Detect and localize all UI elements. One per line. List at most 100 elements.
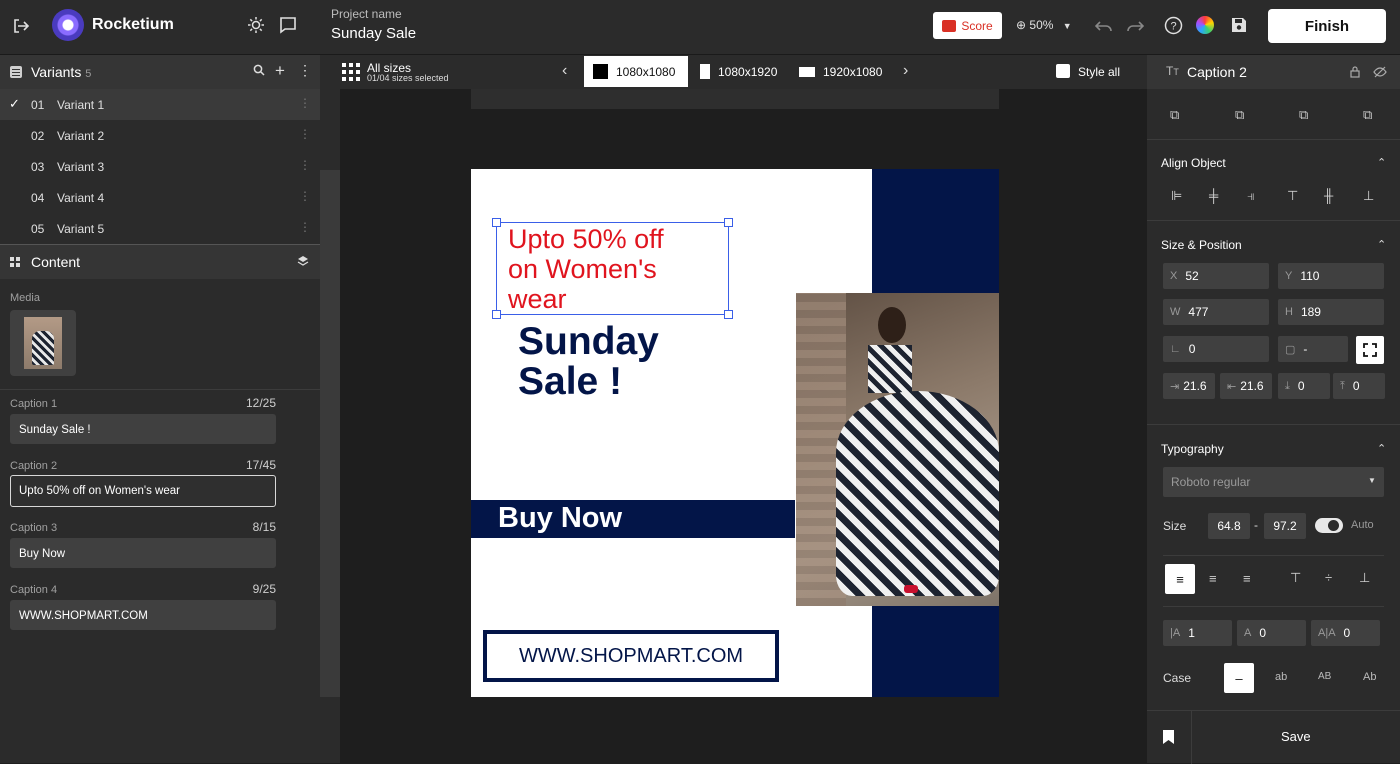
variant-item[interactable]: 03 Variant 3 ⋮ <box>0 151 320 182</box>
bring-to-front-icon[interactable]: ⧉ <box>1235 107 1244 123</box>
letter-spacing-field[interactable]: A0 <box>1237 620 1306 646</box>
more-vertical-icon[interactable]: ⋮ <box>298 62 312 79</box>
rotation-field[interactable]: ∟ 0 <box>1163 336 1269 362</box>
canvas-scrollbar[interactable] <box>320 170 340 697</box>
add-icon[interactable]: + <box>275 61 285 81</box>
variant-item[interactable]: 05 Variant 5 ⋮ <box>0 213 320 244</box>
bring-forward-icon[interactable]: ⧉ <box>1170 107 1179 123</box>
align-bottom-icon[interactable]: ⊥ <box>1363 188 1374 204</box>
send-to-back-icon[interactable]: ⧉ <box>1363 107 1372 123</box>
size-max-field[interactable]: 97.2 <box>1264 513 1306 539</box>
padding-left-field[interactable]: ⇥ 21.6 <box>1163 373 1215 399</box>
more-vertical-icon[interactable]: ⋮ <box>299 189 311 203</box>
title-text[interactable]: Sunday Sale ! <box>518 322 659 402</box>
align-top-icon[interactable]: ⊤ <box>1287 188 1298 204</box>
caption-3-input[interactable]: Buy Now <box>10 538 276 568</box>
collapse-icon[interactable]: ⌃ <box>1377 238 1386 251</box>
resize-handle[interactable] <box>724 218 733 227</box>
design-artboard[interactable]: Buy Now Upto 50% off on Women's wear Sun… <box>471 169 999 697</box>
variant-item[interactable]: ✓ 01 Variant 1 ⋮ <box>0 89 320 120</box>
save-button[interactable]: Save <box>1281 729 1311 744</box>
style-all-checkbox[interactable] <box>1056 64 1070 78</box>
search-icon[interactable] <box>253 63 265 79</box>
caption-2-input[interactable]: Upto 50% off on Women's wear <box>10 475 276 507</box>
square-icon <box>593 64 608 79</box>
align-left-icon[interactable]: ⊫ <box>1171 188 1182 204</box>
project-name[interactable]: Sunday Sale <box>331 25 416 42</box>
send-backward-icon[interactable]: ⧉ <box>1299 107 1308 123</box>
more-vertical-icon[interactable]: ⋮ <box>299 220 311 234</box>
svg-text:?: ? <box>1170 20 1176 32</box>
padding-right-field[interactable]: ⇤ 21.6 <box>1220 373 1272 399</box>
caption-1-input[interactable]: Sunday Sale ! <box>10 414 276 444</box>
text-align-left-icon[interactable]: ≡ <box>1165 564 1195 594</box>
word-spacing-field[interactable]: A|A 0 <box>1311 620 1380 646</box>
x-field[interactable]: X 52 <box>1163 263 1269 289</box>
color-palette-icon[interactable] <box>1196 16 1214 34</box>
layers-icon[interactable] <box>297 254 309 272</box>
model-photo[interactable] <box>796 293 999 606</box>
url-box[interactable]: WWW.SHOPMART.COM <box>483 630 779 682</box>
caption-4-input[interactable]: WWW.SHOPMART.COM <box>10 600 276 630</box>
zoom-icon: ⊕ <box>1016 18 1027 32</box>
text-align-right-icon[interactable]: ≡ <box>1243 571 1251 586</box>
media-thumbnail[interactable] <box>10 310 76 376</box>
hide-icon[interactable] <box>1373 65 1387 83</box>
line-height-field[interactable]: |A 1 <box>1163 620 1232 646</box>
case-upper-button[interactable]: AB <box>1318 671 1331 682</box>
cta-band[interactable]: Buy Now <box>471 500 795 538</box>
sun-icon[interactable] <box>245 14 267 36</box>
collapse-icon[interactable]: ⌃ <box>1377 442 1386 455</box>
case-title-button[interactable]: Ab <box>1363 671 1376 683</box>
help-icon[interactable]: ? <box>1162 14 1184 36</box>
radius-field[interactable]: ▢ - <box>1278 336 1348 362</box>
w-field[interactable]: W 477 <box>1163 299 1269 325</box>
comment-icon[interactable] <box>277 14 299 36</box>
align-center-h-icon[interactable]: ╪ <box>1209 188 1218 203</box>
save-icon[interactable] <box>1228 14 1250 36</box>
size-tab-1920x1080[interactable]: 1920x1080 <box>799 56 882 87</box>
valign-top-icon[interactable]: ⊤ <box>1290 570 1301 586</box>
size-tab-1080x1080[interactable]: 1080x1080 <box>584 56 688 87</box>
collapse-icon[interactable]: ⌃ <box>1377 156 1386 169</box>
exit-icon[interactable] <box>10 15 32 37</box>
resize-handle[interactable] <box>492 310 501 319</box>
valign-middle-icon[interactable]: ÷ <box>1325 570 1332 585</box>
font-select[interactable]: Roboto regular ▼ <box>1163 467 1384 497</box>
padding-bottom-field[interactable]: ⤓ 0 <box>1278 373 1330 399</box>
variant-item[interactable]: 02 Variant 2 ⋮ <box>0 120 320 151</box>
align-middle-icon[interactable]: ╫ <box>1324 188 1333 203</box>
finish-button[interactable]: Finish <box>1268 9 1386 43</box>
chevron-left-icon[interactable]: ‹ <box>562 62 567 80</box>
landscape-icon <box>799 66 815 77</box>
h-field[interactable]: H 189 <box>1278 299 1384 325</box>
undo-icon[interactable] <box>1093 15 1115 37</box>
case-none-button[interactable]: – <box>1224 663 1254 693</box>
size-min-field[interactable]: 64.8 <box>1208 513 1250 539</box>
zoom-dropdown[interactable]: ⊕ 50% ▼ <box>1016 18 1072 32</box>
cta-text[interactable]: Buy Now <box>498 502 622 535</box>
score-button[interactable]: Score <box>933 12 1002 39</box>
text-icon: TT <box>1166 64 1179 78</box>
more-vertical-icon[interactable]: ⋮ <box>299 158 311 172</box>
more-vertical-icon[interactable]: ⋮ <box>299 96 311 110</box>
text-align-center-icon[interactable]: ≡ <box>1209 571 1217 586</box>
redo-icon[interactable] <box>1124 15 1146 37</box>
caption-selection-box[interactable]: Upto 50% off on Women's wear <box>492 218 733 319</box>
lock-icon[interactable] <box>1350 65 1360 83</box>
resize-handle[interactable] <box>492 218 501 227</box>
align-right-icon[interactable]: ⫣ <box>1247 188 1255 204</box>
resize-handle[interactable] <box>724 310 733 319</box>
chevron-right-icon[interactable]: › <box>903 62 908 80</box>
valign-bottom-icon[interactable]: ⊥ <box>1359 570 1370 586</box>
fullscreen-icon[interactable] <box>1356 336 1384 364</box>
auto-toggle[interactable] <box>1315 518 1343 533</box>
padding-top-field[interactable]: ⤒ 0 <box>1333 373 1385 399</box>
bookmark-icon[interactable] <box>1162 729 1175 750</box>
size-tab-1080x1920[interactable]: 1080x1920 <box>700 56 777 87</box>
variant-item[interactable]: 04 Variant 4 ⋮ <box>0 182 320 213</box>
case-lower-button[interactable]: ab <box>1275 671 1287 683</box>
y-field[interactable]: Y 110 <box>1278 263 1384 289</box>
offer-text[interactable]: Upto 50% off on Women's wear <box>508 224 664 314</box>
more-vertical-icon[interactable]: ⋮ <box>299 127 311 141</box>
